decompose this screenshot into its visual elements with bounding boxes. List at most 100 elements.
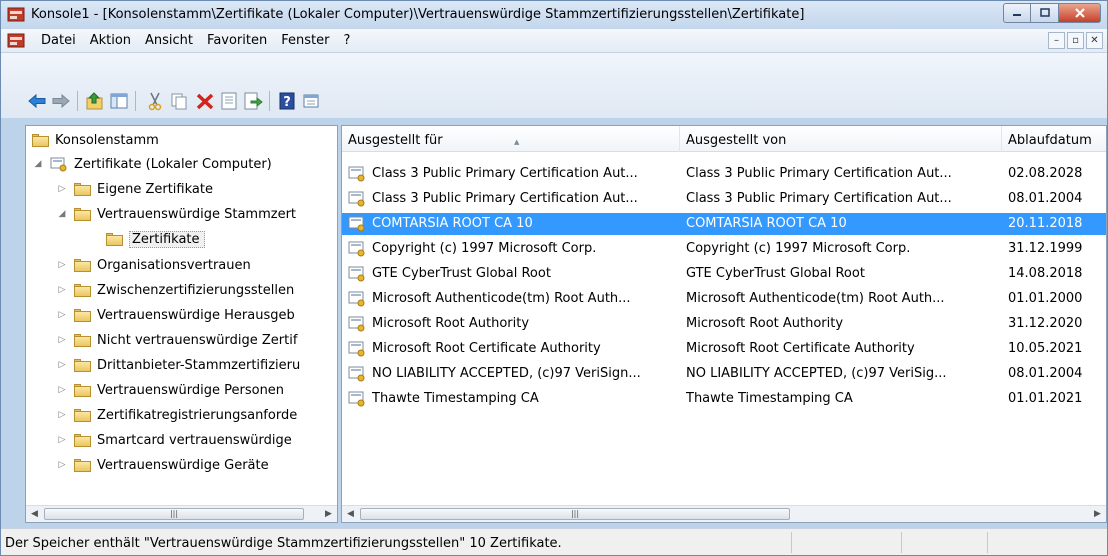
tree-node-zertifikate-selected[interactable]: Zertifikate — [106, 229, 205, 249]
cell-issued-by: NO LIABILITY ACCEPTED, (c)97 VeriSig... — [686, 366, 947, 381]
cell-issued-to: Copyright (c) 1997 Microsoft Corp. — [372, 241, 597, 256]
folder-icon — [74, 433, 91, 447]
close-icon — [1074, 8, 1085, 18]
mdi-minimize-button[interactable]: – — [1048, 32, 1065, 49]
expand-icon[interactable]: ▷ — [56, 259, 68, 271]
table-row[interactable]: NO LIABILITY ACCEPTED, (c)97 VeriSign...… — [342, 363, 1106, 385]
status-divider — [901, 532, 902, 553]
tree-node-label: Zwischenzertifizierungsstellen — [97, 282, 295, 298]
certificate-icon — [348, 391, 365, 407]
delete-icon[interactable] — [195, 91, 215, 111]
tree-node-nicht-vertrauenswuerdige[interactable]: ▷ Nicht vertrauenswürdige Zertif — [56, 330, 298, 350]
folder-icon — [74, 258, 91, 272]
expand-icon[interactable]: ▷ — [56, 183, 68, 195]
tree-node-smartcard[interactable]: ▷ Smartcard vertrauenswürdige — [56, 430, 292, 450]
menu-aktion[interactable]: Aktion — [84, 33, 139, 48]
mmc-system-menu-icon[interactable] — [7, 33, 25, 49]
scroll-left-arrow[interactable]: ◀ — [342, 506, 359, 522]
mdi-close-button[interactable]: ✕ — [1086, 32, 1103, 49]
cell-issued-by: Microsoft Root Certificate Authority — [686, 341, 915, 356]
tree-node-vertrauenswuerdige-stammzert[interactable]: ◢ Vertrauenswürdige Stammzert — [56, 204, 297, 224]
toolbar-separator — [77, 91, 78, 111]
scroll-thumb[interactable]: ||| — [360, 508, 790, 520]
cell-expiration: 02.08.2028 — [1008, 166, 1083, 181]
scroll-left-arrow[interactable]: ◀ — [26, 506, 43, 522]
scroll-right-arrow[interactable]: ▶ — [320, 506, 337, 522]
menu-fenster[interactable]: Fenster — [275, 33, 337, 48]
table-row[interactable]: Copyright (c) 1997 Microsoft Corp. Copyr… — [342, 238, 1106, 260]
tree-horizontal-scrollbar[interactable]: ◀ ||| ▶ — [26, 505, 337, 522]
collapse-icon[interactable]: ◢ — [56, 208, 68, 220]
menu-datei[interactable]: Datei — [35, 33, 84, 48]
toolbar-separator — [269, 91, 270, 111]
show-hide-tree-icon[interactable] — [109, 91, 129, 111]
table-row[interactable]: Class 3 Public Primary Certification Aut… — [342, 163, 1106, 185]
certificate-icon — [348, 316, 365, 332]
collapse-icon[interactable]: ◢ — [32, 158, 44, 170]
column-header-label: Ausgestellt von — [686, 133, 787, 148]
close-button[interactable] — [1059, 3, 1101, 23]
table-row[interactable]: Microsoft Authenticode(tm) Root Auth... … — [342, 288, 1106, 310]
table-row[interactable]: GTE CyberTrust Global Root GTE CyberTrus… — [342, 263, 1106, 285]
window-controls — [1003, 3, 1101, 24]
tree-node-vertrauenswuerdige-personen[interactable]: ▷ Vertrauenswürdige Personen — [56, 380, 285, 400]
tree-node-vertrauenswuerdige-herausgeber[interactable]: ▷ Vertrauenswürdige Herausgeb — [56, 305, 295, 325]
column-header-ablaufdatum[interactable]: Ablaufdatum — [1002, 126, 1106, 152]
menu-ansicht[interactable]: Ansicht — [139, 33, 201, 48]
cell-issued-to: COMTARSIA ROOT CA 10 — [372, 216, 533, 231]
mdi-restore-button[interactable]: ▫ — [1067, 32, 1084, 49]
table-row[interactable]: Microsoft Root Certificate Authority Mic… — [342, 338, 1106, 360]
expand-icon[interactable]: ▷ — [56, 409, 68, 421]
list-horizontal-scrollbar[interactable]: ◀ ||| ▶ — [342, 505, 1106, 522]
expand-icon[interactable]: ▷ — [56, 459, 68, 471]
console-tree-pane[interactable]: Konsolenstamm ◢ Zertifikate (Lokaler Com… — [25, 125, 338, 523]
expand-icon[interactable]: ▷ — [56, 359, 68, 371]
tree-node-organisationsvertrauen[interactable]: ▷ Organisationsvertrauen — [56, 255, 251, 275]
expand-icon[interactable]: ▷ — [56, 334, 68, 346]
back-icon[interactable] — [27, 91, 47, 111]
properties-icon[interactable] — [219, 91, 239, 111]
expand-icon[interactable]: ▷ — [56, 384, 68, 396]
column-header-ausgestellt-fuer[interactable]: ▲ Ausgestellt für — [342, 126, 680, 152]
mmc-window: Konsole1 - [Konsolenstamm\Zertifikate (L… — [0, 0, 1108, 556]
cell-issued-by: Copyright (c) 1997 Microsoft Corp. — [686, 241, 911, 256]
minimize-button[interactable] — [1003, 3, 1031, 23]
cell-issued-to: GTE CyberTrust Global Root — [372, 266, 551, 281]
table-row[interactable]: Class 3 Public Primary Certification Aut… — [342, 188, 1106, 210]
menu-favoriten[interactable]: Favoriten — [201, 33, 275, 48]
tree-node-label: Smartcard vertrauenswürdige — [97, 432, 292, 448]
tree-node-drittanbieter[interactable]: ▷ Drittanbieter-Stammzertifizieru — [56, 355, 301, 375]
tree-node-label: Konsolenstamm — [55, 132, 159, 148]
expand-icon[interactable]: ▷ — [56, 434, 68, 446]
cell-issued-to: Microsoft Root Authority — [372, 316, 530, 331]
scroll-right-arrow[interactable]: ▶ — [1089, 506, 1106, 522]
help-icon[interactable]: ? — [277, 91, 297, 111]
tree-node-vertrauenswuerdige-geraete[interactable]: ▷ Vertrauenswürdige Geräte — [56, 455, 269, 475]
tree-node-zwischenzertifizierungsstellen[interactable]: ▷ Zwischenzertifizierungsstellen — [56, 280, 295, 300]
tree-node-konsolenstamm[interactable]: Konsolenstamm — [32, 130, 159, 150]
tree-node-label: Vertrauenswürdige Herausgeb — [97, 307, 295, 323]
cut-icon[interactable] — [145, 91, 165, 111]
folder-icon — [74, 383, 91, 397]
export-icon[interactable] — [243, 91, 263, 111]
column-header-ausgestellt-von[interactable]: Ausgestellt von — [680, 126, 1002, 152]
copy-icon[interactable] — [169, 91, 189, 111]
maximize-button[interactable] — [1031, 3, 1059, 23]
menu-help[interactable]: ? — [337, 33, 358, 48]
tree-node-label: Zertifikate — [129, 230, 205, 248]
expand-icon[interactable]: ▷ — [56, 309, 68, 321]
tree-node-eigene-zertifikate[interactable]: ▷ Eigene Zertifikate — [56, 179, 213, 199]
tree-node-zertifikate-lokaler-computer[interactable]: ◢ Zertifikate (Lokaler Computer) — [32, 154, 272, 174]
table-row[interactable]: Microsoft Root Authority Microsoft Root … — [342, 313, 1106, 335]
cell-issued-by: Thawte Timestamping CA — [686, 391, 853, 406]
table-row[interactable]: Thawte Timestamping CA Thawte Timestampi… — [342, 388, 1106, 410]
scroll-thumb[interactable]: ||| — [44, 508, 304, 520]
up-icon[interactable] — [85, 91, 105, 111]
console-tree-icon[interactable] — [301, 91, 321, 111]
forward-icon[interactable] — [51, 91, 71, 111]
table-row-selected[interactable]: COMTARSIA ROOT CA 10 COMTARSIA ROOT CA 1… — [342, 213, 1106, 235]
column-header-label: Ausgestellt für — [348, 133, 443, 148]
tree-node-zertifikatregistrierung[interactable]: ▷ Zertifikatregistrierungsanforde — [56, 405, 298, 425]
title-bar[interactable]: Konsole1 - [Konsolenstamm\Zertifikate (L… — [1, 1, 1107, 29]
expand-icon[interactable]: ▷ — [56, 284, 68, 296]
